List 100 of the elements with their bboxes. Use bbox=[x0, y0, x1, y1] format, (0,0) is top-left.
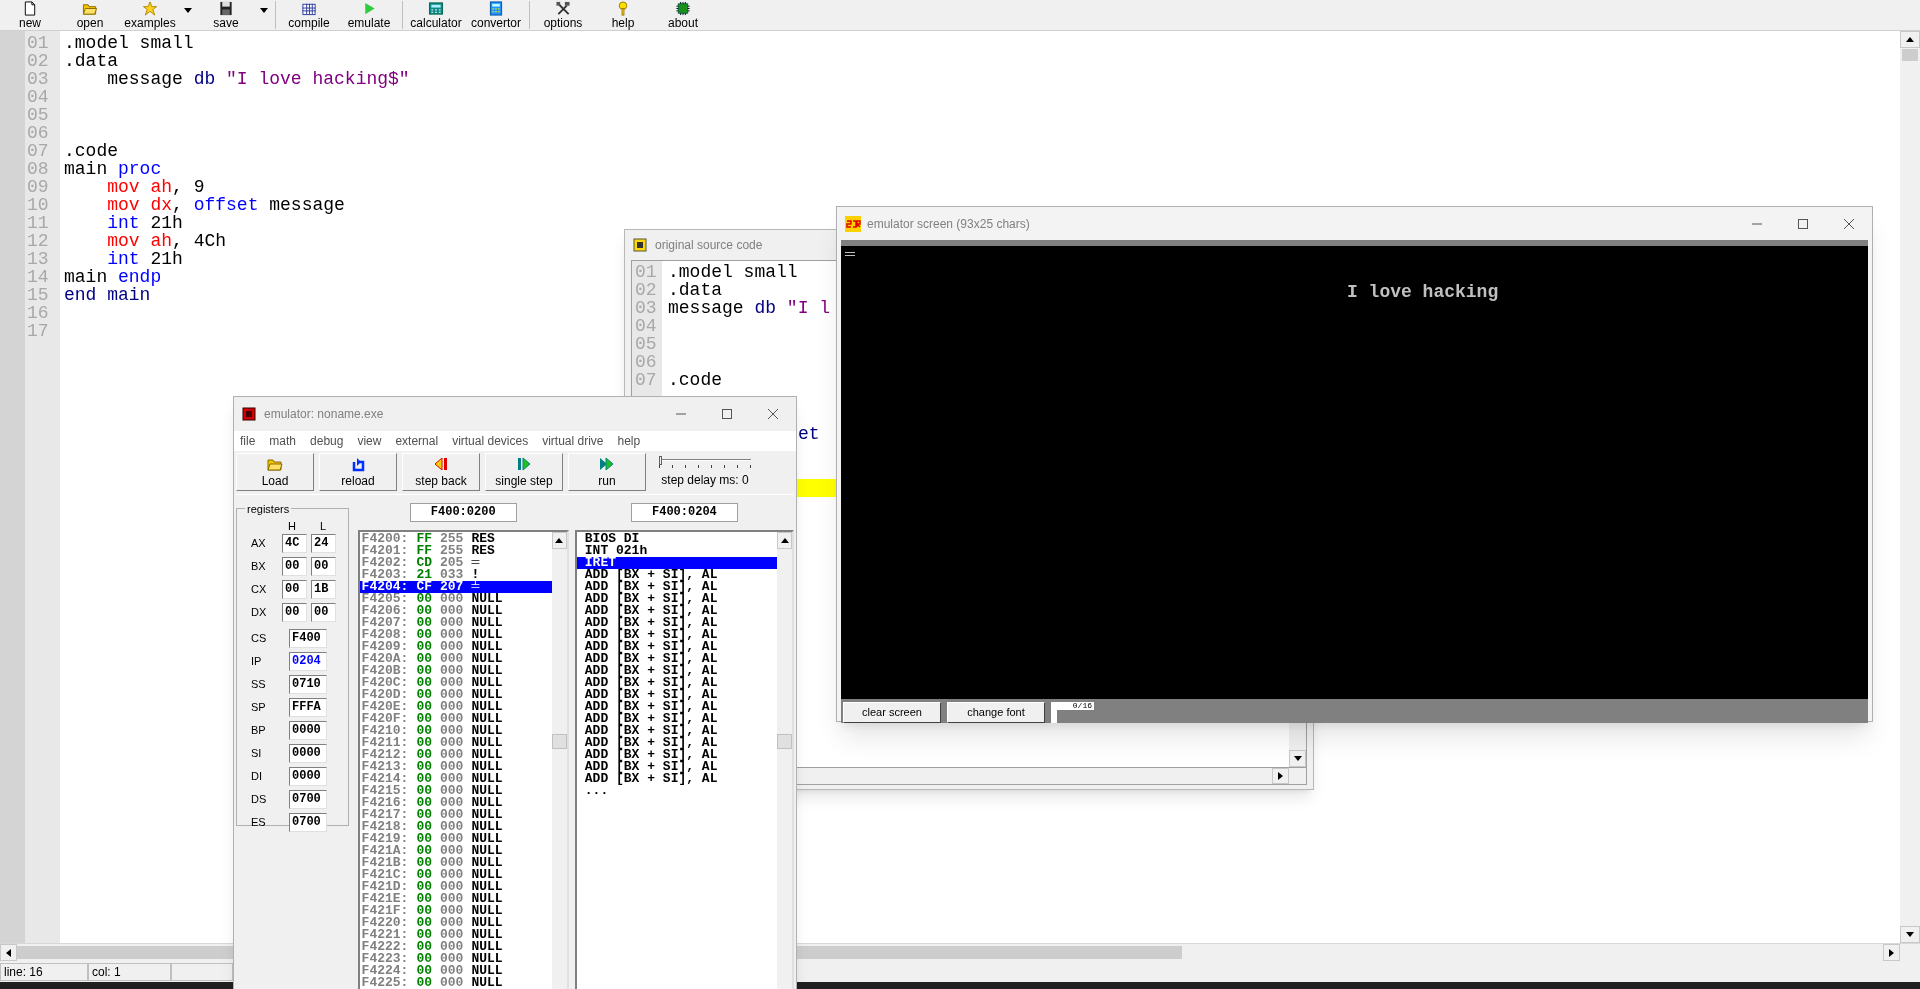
disassembly-row[interactable]: INT 021h bbox=[576, 545, 777, 557]
console-button[interactable]: change font bbox=[947, 702, 1045, 723]
disassembly-row[interactable]: ADD [BX + SI], AL bbox=[576, 641, 777, 653]
toolbar-button[interactable]: calculator bbox=[406, 0, 466, 30]
register-field[interactable]: 0000 bbox=[289, 721, 327, 740]
memory-row[interactable]: F4223: 00 000 NULL bbox=[359, 953, 552, 965]
memory-row[interactable]: F4209: 00 000 NULL bbox=[359, 641, 552, 653]
disassembly-row[interactable]: ADD [BX + SI], AL bbox=[576, 629, 777, 641]
memory-row[interactable]: F4215: 00 000 NULL bbox=[359, 785, 552, 797]
memory-row[interactable]: F4216: 00 000 NULL bbox=[359, 797, 552, 809]
memory-row[interactable]: F4211: 00 000 NULL bbox=[359, 737, 552, 749]
slider-thumb[interactable] bbox=[659, 455, 662, 465]
memory-row[interactable]: F4212: 00 000 NULL bbox=[359, 749, 552, 761]
disassembly-row[interactable]: ADD [BX + SI], AL bbox=[576, 761, 777, 773]
memory-row[interactable]: F4222: 00 000 NULL bbox=[359, 941, 552, 953]
memory-row[interactable]: F420A: 00 000 NULL bbox=[359, 653, 552, 665]
memory-row[interactable]: F420C: 00 000 NULL bbox=[359, 677, 552, 689]
memory-row[interactable]: F4207: 00 000 NULL bbox=[359, 617, 552, 629]
scroll-down-button[interactable] bbox=[1289, 750, 1306, 767]
disassembly-row[interactable]: ADD [BX + SI], AL bbox=[576, 725, 777, 737]
register-field[interactable]: F400 bbox=[289, 629, 327, 648]
memory-row[interactable]: F4218: 00 000 NULL bbox=[359, 821, 552, 833]
scroll-right-button[interactable] bbox=[1272, 768, 1289, 784]
console-button[interactable]: clear screen bbox=[843, 702, 941, 723]
memory-row[interactable]: F4225: 00 000 NULL bbox=[359, 977, 552, 989]
memory-row[interactable]: F4200: FF 255 RES bbox=[359, 533, 552, 545]
register-field[interactable]: 00 bbox=[311, 557, 336, 576]
disassembly-row[interactable]: ADD [BX + SI], AL bbox=[576, 581, 777, 593]
disassembly-row[interactable]: ADD [BX + SI], AL bbox=[576, 713, 777, 725]
disassembly-row[interactable]: ADD [BX + SI], AL bbox=[576, 701, 777, 713]
menu-item[interactable]: debug bbox=[310, 432, 344, 450]
menu-item[interactable]: file bbox=[240, 432, 256, 450]
toolbar-button[interactable]: compile bbox=[279, 0, 339, 30]
disassembly-row[interactable]: ... bbox=[576, 785, 777, 797]
register-field[interactable]: 0204 bbox=[289, 652, 327, 671]
scrollbar-thumb[interactable] bbox=[1902, 49, 1918, 61]
memory-row[interactable]: F421C: 00 000 NULL bbox=[359, 869, 552, 881]
register-field[interactable]: 4C bbox=[282, 534, 307, 553]
register-field[interactable]: 0700 bbox=[289, 790, 327, 809]
register-field[interactable]: 00 bbox=[282, 603, 307, 622]
memory-row[interactable]: F4201: FF 255 RES bbox=[359, 545, 552, 557]
memory-row[interactable]: F421F: 00 000 NULL bbox=[359, 905, 552, 917]
menu-item[interactable]: virtual devices bbox=[452, 432, 529, 450]
register-field[interactable]: 0700 bbox=[289, 813, 327, 832]
menu-item[interactable]: math bbox=[269, 432, 297, 450]
toolbar-button[interactable]: examples bbox=[120, 0, 180, 30]
memory-row[interactable]: F421D: 00 000 NULL bbox=[359, 881, 552, 893]
memory-row[interactable]: F4217: 00 000 NULL bbox=[359, 809, 552, 821]
disassembly-row[interactable]: ADD [BX + SI], AL bbox=[576, 593, 777, 605]
toolbar-button[interactable]: open bbox=[60, 0, 120, 30]
scroll-up-button[interactable] bbox=[551, 532, 567, 549]
toolbar-button[interactable]: reload bbox=[319, 453, 397, 491]
memory-row[interactable]: F4206: 00 000 NULL bbox=[359, 605, 552, 617]
register-field[interactable]: 00 bbox=[311, 603, 336, 622]
disassembly-row[interactable]: ADD [BX + SI], AL bbox=[576, 677, 777, 689]
disassembly-row[interactable]: ADD [BX + SI], AL bbox=[576, 605, 777, 617]
memory-row[interactable]: F4208: 00 000 NULL bbox=[359, 629, 552, 641]
toolbar-button[interactable]: new bbox=[0, 0, 60, 30]
menu-item[interactable]: view bbox=[357, 432, 382, 450]
scroll-up-button[interactable] bbox=[1900, 31, 1920, 48]
disassembly-row[interactable]: ADD [BX + SI], AL bbox=[576, 737, 777, 749]
toolbar-button[interactable]: Load bbox=[236, 453, 314, 491]
scroll-down-button[interactable] bbox=[1900, 926, 1920, 943]
register-field[interactable]: 0710 bbox=[289, 675, 327, 694]
disassembly-row[interactable]: ADD [BX + SI], AL bbox=[576, 689, 777, 701]
vertical-scrollbar[interactable] bbox=[1900, 31, 1920, 943]
memory-row[interactable]: F4214: 00 000 NULL bbox=[359, 773, 552, 785]
toolbar-button[interactable]: step back bbox=[402, 453, 480, 491]
disassembly-row[interactable]: ADD [BX + SI], AL bbox=[576, 773, 777, 785]
disassembly-row[interactable]: ADD [BX + SI], AL bbox=[576, 569, 777, 581]
scroll-left-button[interactable] bbox=[0, 944, 17, 961]
memory-row[interactable]: F421B: 00 000 NULL bbox=[359, 857, 552, 869]
register-field[interactable]: 0000 bbox=[289, 744, 327, 763]
memory-row[interactable]: F421E: 00 000 NULL bbox=[359, 893, 552, 905]
memory-row[interactable]: F4224: 00 000 NULL bbox=[359, 965, 552, 977]
memory-row[interactable]: F4221: 00 000 NULL bbox=[359, 929, 552, 941]
scroll-up-button[interactable] bbox=[777, 532, 792, 549]
register-field[interactable]: 00 bbox=[282, 580, 307, 599]
address-field[interactable]: F400:0200 bbox=[409, 503, 517, 522]
vertical-scrollbar[interactable] bbox=[777, 532, 792, 989]
address-field[interactable]: F400:0204 bbox=[630, 503, 738, 522]
scrollbar-thumb[interactable] bbox=[1051, 710, 1057, 723]
memory-row[interactable]: F4210: 00 000 NULL bbox=[359, 725, 552, 737]
memory-row[interactable]: F4205: 00 000 NULL bbox=[359, 593, 552, 605]
toolbar-button[interactable]: save bbox=[196, 0, 256, 30]
disassembly-row[interactable]: IRET bbox=[576, 557, 777, 569]
memory-row[interactable]: F4220: 00 000 NULL bbox=[359, 917, 552, 929]
memory-row[interactable]: F420E: 00 000 NULL bbox=[359, 701, 552, 713]
disassembly-row[interactable]: ADD [BX + SI], AL bbox=[576, 653, 777, 665]
register-field[interactable]: FFFA bbox=[289, 698, 327, 717]
disassembly-row[interactable]: ADD [BX + SI], AL bbox=[576, 749, 777, 761]
slider[interactable] bbox=[659, 455, 751, 468]
toolbar-button[interactable]: convertor bbox=[466, 0, 526, 30]
disassembly-row[interactable]: BIOS DI bbox=[576, 533, 777, 545]
toolbar-button[interactable]: options bbox=[533, 0, 593, 30]
register-field[interactable]: 00 bbox=[282, 557, 307, 576]
disassembly-row[interactable]: ADD [BX + SI], AL bbox=[576, 665, 777, 677]
scrollbar-thumb[interactable] bbox=[777, 734, 792, 749]
toolbar-button[interactable]: about bbox=[653, 0, 713, 30]
memory-row[interactable]: F4203: 21 033 ! bbox=[359, 569, 552, 581]
